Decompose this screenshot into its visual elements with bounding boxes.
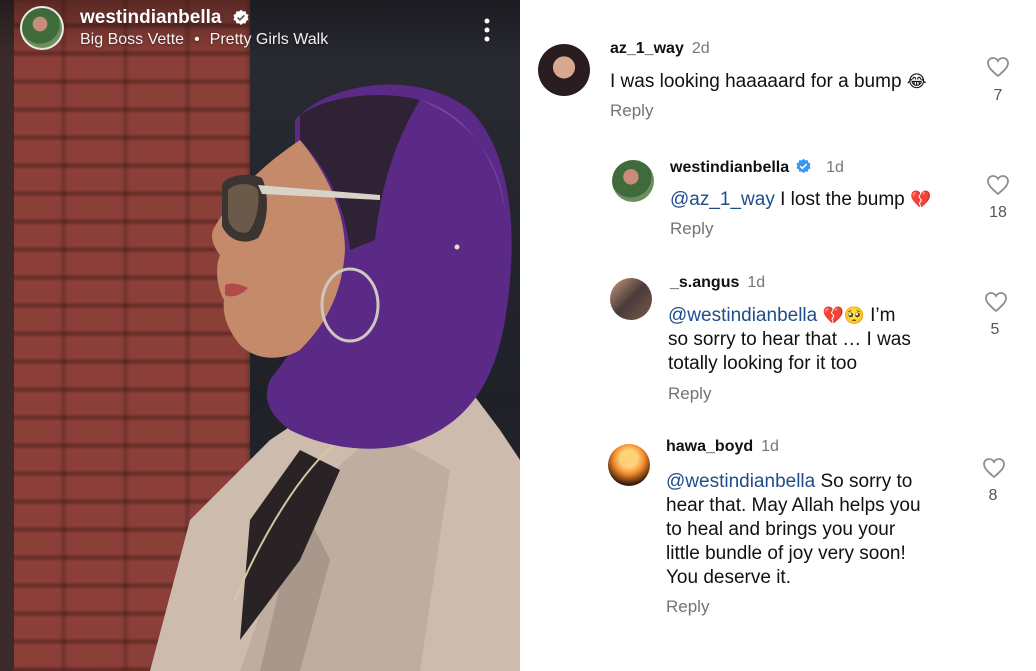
- like-heart-icon[interactable]: [984, 291, 1008, 313]
- comments-panel: az_1_way 2d I was looking haaaaard for a …: [520, 0, 1036, 671]
- laughing-emoji: 😂: [906, 72, 927, 92]
- like-count: 18: [989, 204, 1007, 221]
- commenter-avatar[interactable]: [538, 44, 590, 96]
- song-name: Pretty Girls Walk: [209, 31, 329, 48]
- like-count: 7: [993, 87, 1003, 104]
- mention-link[interactable]: @westindianbella: [666, 471, 815, 492]
- author-avatar[interactable]: [20, 6, 64, 50]
- post-header: [0, 0, 520, 60]
- post-media[interactable]: westindianbella Big Boss Vette • Pretty Gi…: [0, 0, 520, 671]
- comment-username[interactable]: az_1_way 2d: [610, 40, 710, 58]
- mention-link[interactable]: @westindianbella: [668, 305, 817, 326]
- comment-time: 1d: [826, 159, 844, 176]
- commenter-avatar[interactable]: [612, 160, 654, 202]
- comment-username[interactable]: hawa_boyd 1d: [666, 438, 779, 456]
- song-separator: •: [194, 31, 200, 48]
- song-info[interactable]: Big Boss Vette • Pretty Girls Walk: [80, 31, 328, 49]
- like-heart-icon[interactable]: [986, 174, 1010, 196]
- verified-badge-icon: [233, 9, 249, 26]
- like-count: 5: [990, 321, 1000, 338]
- comment-item: az_1_way 2d I was looking haaaaard for a …: [520, 0, 1036, 140]
- comment-username[interactable]: westindianbella 1d: [670, 158, 844, 177]
- comment-item: _s.angus 1d @westindianbella 💔🥺 I’m so so…: [520, 260, 1036, 430]
- broken-heart-emoji: 💔: [910, 190, 932, 210]
- comment-time: 1d: [747, 274, 766, 291]
- commenter-avatar[interactable]: [610, 278, 652, 320]
- broken-heart-pleading-emoji: 💔🥺: [822, 306, 865, 326]
- comment-item: hawa_boyd 1d @westindianbella So sorry to…: [520, 430, 1036, 671]
- comment-text: I was looking haaaaard for a bump 😂: [610, 71, 927, 92]
- comment-text: @westindianbella 💔🥺 I’m so sorry to hear…: [668, 305, 911, 374]
- comment-text: @westindianbella So sorry to hear that. …: [666, 471, 921, 588]
- like-count: 8: [988, 487, 998, 504]
- reply-button[interactable]: Reply: [666, 597, 709, 617]
- verified-badge-icon: [796, 158, 811, 174]
- reply-button[interactable]: Reply: [668, 384, 711, 404]
- reply-button[interactable]: Reply: [610, 101, 653, 121]
- comment-username[interactable]: _s.angus 1d: [670, 274, 765, 292]
- author-username[interactable]: westindianbella: [80, 7, 221, 29]
- woman-in-hijab-image: [150, 84, 520, 671]
- comment-time: 1d: [761, 438, 779, 455]
- comment-item: westindianbella 1d @az_1_way I lost the b…: [520, 140, 1036, 260]
- mention-link[interactable]: @az_1_way: [670, 189, 775, 210]
- commenter-avatar[interactable]: [608, 444, 650, 486]
- song-title: Big Boss Vette: [80, 31, 185, 48]
- comment-time: 2d: [691, 40, 710, 57]
- more-options-icon[interactable]: [480, 16, 494, 44]
- reply-button[interactable]: Reply: [670, 219, 713, 239]
- like-heart-icon[interactable]: [982, 457, 1006, 479]
- like-heart-icon[interactable]: [986, 56, 1010, 78]
- comment-text: @az_1_way I lost the bump 💔: [670, 189, 932, 210]
